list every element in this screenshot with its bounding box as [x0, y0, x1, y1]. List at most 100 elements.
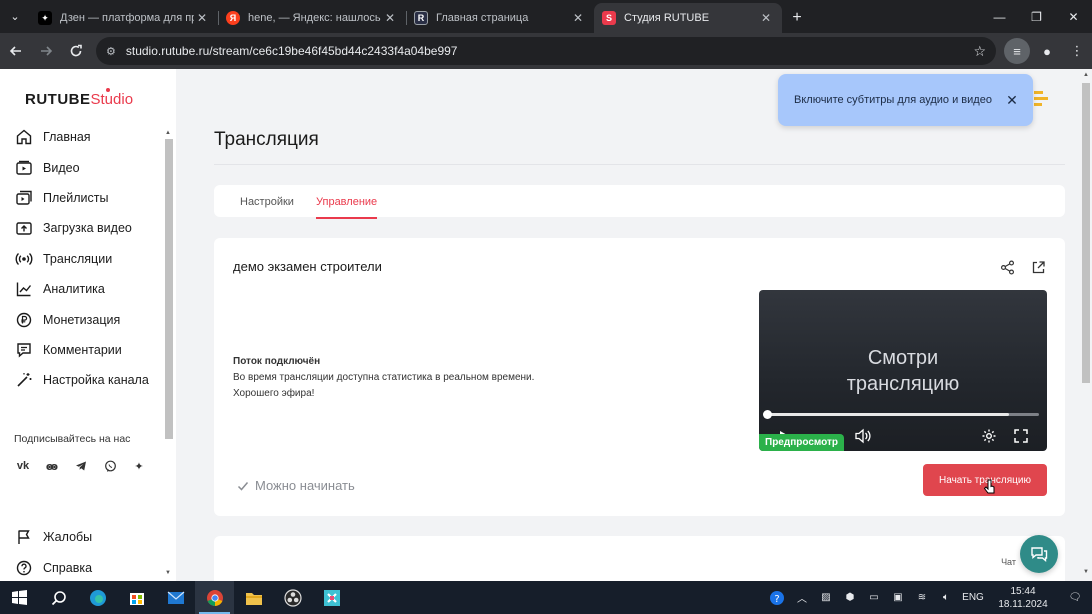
scrollbar-thumb[interactable]	[165, 139, 173, 439]
speaker-icon[interactable]: 🔈︎	[934, 581, 958, 614]
notifications-icon[interactable]: 🗨︎	[1058, 581, 1092, 614]
chrome-icon	[206, 589, 223, 606]
minimize-icon[interactable]: —	[981, 0, 1018, 33]
player-settings-button[interactable]	[978, 425, 1000, 447]
sidebar-item-label: Комментарии	[43, 342, 122, 357]
browser-tab-yandex[interactable]: Я hene, — Яндекс: нашлось 5 тыс. ✕	[218, 3, 406, 33]
volume-button[interactable]	[852, 425, 874, 447]
tabs-bar: Настройки Управление	[214, 185, 1065, 219]
taskbar-store[interactable]	[117, 581, 156, 614]
stream-name: демо экзамен строители	[233, 259, 382, 274]
sidebar-item-playlists[interactable]: Плейлисты	[0, 183, 162, 213]
sidebar-item-home[interactable]: Главная	[0, 122, 162, 152]
support-chat-button[interactable]	[1020, 535, 1058, 573]
sidebar-item-broadcasts[interactable]: Трансляции	[0, 244, 162, 274]
taskbar-explorer[interactable]	[234, 581, 273, 614]
scroll-down-icon[interactable]: ▼	[1083, 569, 1089, 575]
browser-tab-home[interactable]: R Главная страница ✕	[406, 3, 594, 33]
taskbar-chrome[interactable]	[195, 581, 234, 614]
sidebar-item-analytics[interactable]: Аналитика	[0, 274, 162, 304]
fullscreen-icon	[1014, 429, 1028, 443]
close-icon[interactable]: ✕	[758, 11, 774, 25]
sidebar-item-help[interactable]: Справка	[0, 552, 162, 581]
help-icon	[16, 560, 32, 575]
player-placeholder: Смотри трансляцию	[759, 345, 1047, 397]
site-info-icon[interactable]: ⚙	[106, 45, 116, 58]
network-app-icon[interactable]: ▨	[814, 581, 838, 614]
reload-button[interactable]	[62, 37, 90, 65]
social-links: vk ꙭ ✦	[13, 456, 149, 476]
monitor-icon[interactable]: ▣	[886, 581, 910, 614]
help-tray-icon[interactable]: ?	[764, 581, 790, 614]
plus-icon[interactable]: ✦	[129, 456, 149, 476]
sidebar-item-upload[interactable]: Загрузка видео	[0, 213, 162, 243]
chevron-up-icon[interactable]: ︿	[790, 581, 814, 614]
sidebar-item-monetization[interactable]: Монетизация	[0, 304, 162, 334]
video-player[interactable]: Смотри трансляцию Предпросмотр	[759, 290, 1047, 451]
bookmark-star-icon[interactable]: ☆	[973, 43, 986, 60]
taskbar-edge[interactable]	[78, 581, 117, 614]
user-avatar[interactable]	[1034, 87, 1052, 109]
viber-icon[interactable]	[100, 456, 120, 476]
wifi-icon[interactable]: ≋	[910, 581, 934, 614]
forward-button[interactable]	[32, 37, 60, 65]
vk-icon[interactable]: vk	[13, 456, 33, 476]
player-progress-bar[interactable]	[763, 410, 1039, 419]
tab-management[interactable]: Управление	[316, 196, 378, 219]
browser-tab-rutube-studio[interactable]: S Студия RUTUBE ✕	[594, 3, 782, 33]
clock[interactable]: 15:44 18.11.2024	[988, 581, 1058, 614]
media-control-icon[interactable]: ≡	[1004, 38, 1030, 64]
taskbar-app[interactable]	[312, 581, 351, 614]
external-link-icon[interactable]	[1030, 259, 1047, 276]
menu-dots-icon[interactable]: ⋮	[1064, 38, 1090, 64]
scrollbar-thumb[interactable]	[1082, 83, 1090, 383]
taskbar-mail[interactable]	[156, 581, 195, 614]
player-text-line: трансляцию	[846, 373, 960, 395]
close-icon[interactable]: ✕	[194, 11, 210, 25]
video-icon	[16, 160, 32, 175]
scroll-up-icon[interactable]: ▲	[1083, 72, 1089, 78]
close-icon[interactable]: ✕	[570, 11, 586, 25]
scroll-up-icon[interactable]: ▲	[165, 130, 171, 136]
tab-title: hene, — Яндекс: нашлось 5 тыс.	[248, 12, 382, 24]
security-icon[interactable]: ⬢	[838, 581, 862, 614]
reload-icon	[70, 44, 82, 57]
progress-knob[interactable]	[763, 410, 772, 419]
restore-icon[interactable]: ❐	[1018, 0, 1055, 33]
sidebar-item-video[interactable]: Видео	[0, 152, 162, 182]
sidebar-item-channel-settings[interactable]: Настройка канала	[0, 365, 162, 395]
profile-icon[interactable]: ●	[1034, 38, 1060, 64]
close-icon[interactable]: ✕	[1005, 92, 1019, 109]
ok-icon[interactable]: ꙭ	[42, 456, 62, 476]
address-bar[interactable]: ⚙ studio.rutube.ru/stream/ce6c19be46f45b…	[96, 37, 996, 65]
subtitles-toast: Включите субтитры для аудио и видео ✕	[778, 74, 1033, 126]
language-indicator[interactable]: ENG	[958, 581, 988, 614]
new-tab-button[interactable]: +	[782, 3, 812, 33]
sidebar-item-label: Жалобы	[43, 530, 93, 545]
app-icon	[323, 589, 340, 606]
page-viewport: RUTUBE Studio Главная Видео Плейлисты Заг…	[0, 69, 1092, 581]
close-icon[interactable]: ✕	[382, 11, 398, 25]
tab-search-button[interactable]: ⌄	[0, 0, 30, 33]
check-icon	[237, 481, 249, 491]
tab-settings[interactable]: Настройки	[240, 196, 294, 208]
start-button[interactable]	[0, 581, 39, 614]
back-button[interactable]	[2, 37, 30, 65]
close-window-icon[interactable]: ✕	[1055, 0, 1092, 33]
logo-main-text: RUTUBE	[25, 91, 91, 108]
status-line: Во время трансляции доступна статистика …	[233, 372, 535, 383]
fullscreen-button[interactable]	[1010, 425, 1032, 447]
sidebar-scrollbar[interactable]: ▲ ▼	[163, 129, 174, 581]
battery-icon[interactable]: ▭	[862, 581, 886, 614]
browser-tab-bar: ⌄ ✦ Дзен — платформа для просмотра ✕ Я h…	[0, 0, 1092, 33]
page-scrollbar[interactable]: ▲ ▼	[1080, 69, 1092, 581]
telegram-icon[interactable]	[71, 456, 91, 476]
sidebar-item-comments[interactable]: Комментарии	[0, 335, 162, 365]
sidebar-item-complaints[interactable]: Жалобы	[0, 522, 162, 552]
share-icon[interactable]	[999, 259, 1016, 276]
search-button[interactable]	[39, 581, 78, 614]
taskbar-obs[interactable]	[273, 581, 312, 614]
scroll-down-icon[interactable]: ▼	[165, 570, 171, 576]
browser-tab-zen[interactable]: ✦ Дзен — платформа для просмотра ✕	[30, 3, 218, 33]
rutube-studio-logo[interactable]: RUTUBE Studio	[25, 88, 133, 108]
